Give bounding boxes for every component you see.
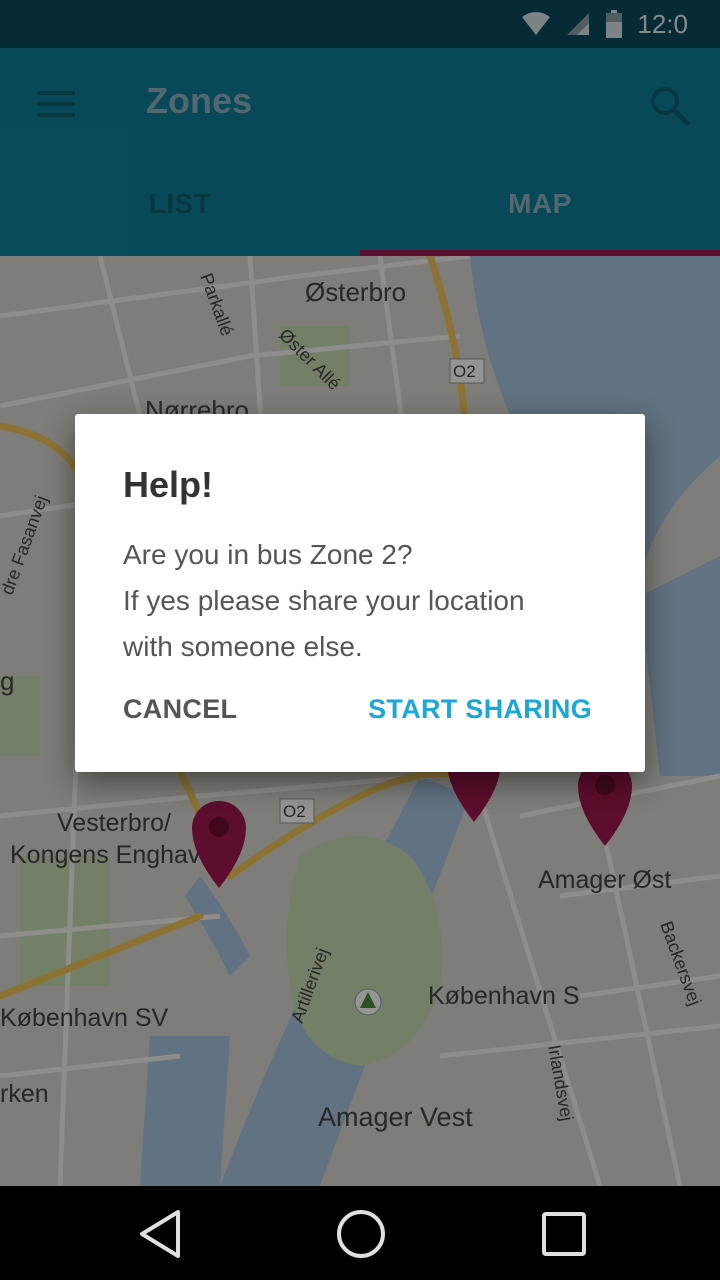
back-icon [140,1210,180,1258]
cancel-button[interactable]: CANCEL [123,694,237,725]
home-icon [337,1210,385,1258]
dialog-message-line: with someone else. [123,631,363,662]
help-dialog: Help! Are you in bus Zone 2? If yes plea… [75,414,645,772]
recents-icon [542,1212,586,1256]
start-sharing-button[interactable]: START SHARING [368,694,592,725]
recents-button[interactable] [532,1202,596,1266]
navigation-bar [0,1186,720,1280]
dialog-message: Are you in bus Zone 2? If yes please sha… [123,532,623,670]
dialog-title: Help! [123,464,213,505]
dialog-message-line: Are you in bus Zone 2? [123,539,413,570]
back-button[interactable] [128,1202,192,1266]
dialog-message-line: If yes please share your location [123,585,525,616]
home-button[interactable] [329,1202,393,1266]
